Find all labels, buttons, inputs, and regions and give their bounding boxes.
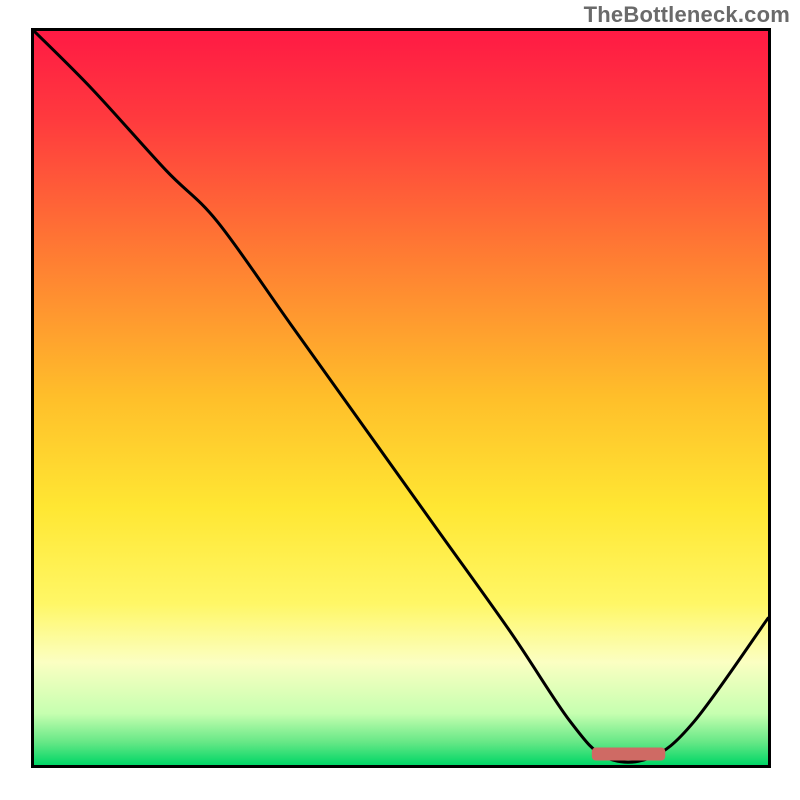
watermark-text: TheBottleneck.com — [584, 2, 790, 28]
marker-rect — [592, 747, 665, 760]
plot-area — [31, 28, 771, 768]
chart-frame: TheBottleneck.com — [0, 0, 800, 800]
minimum-marker — [34, 31, 768, 765]
plot-inner — [34, 31, 768, 765]
